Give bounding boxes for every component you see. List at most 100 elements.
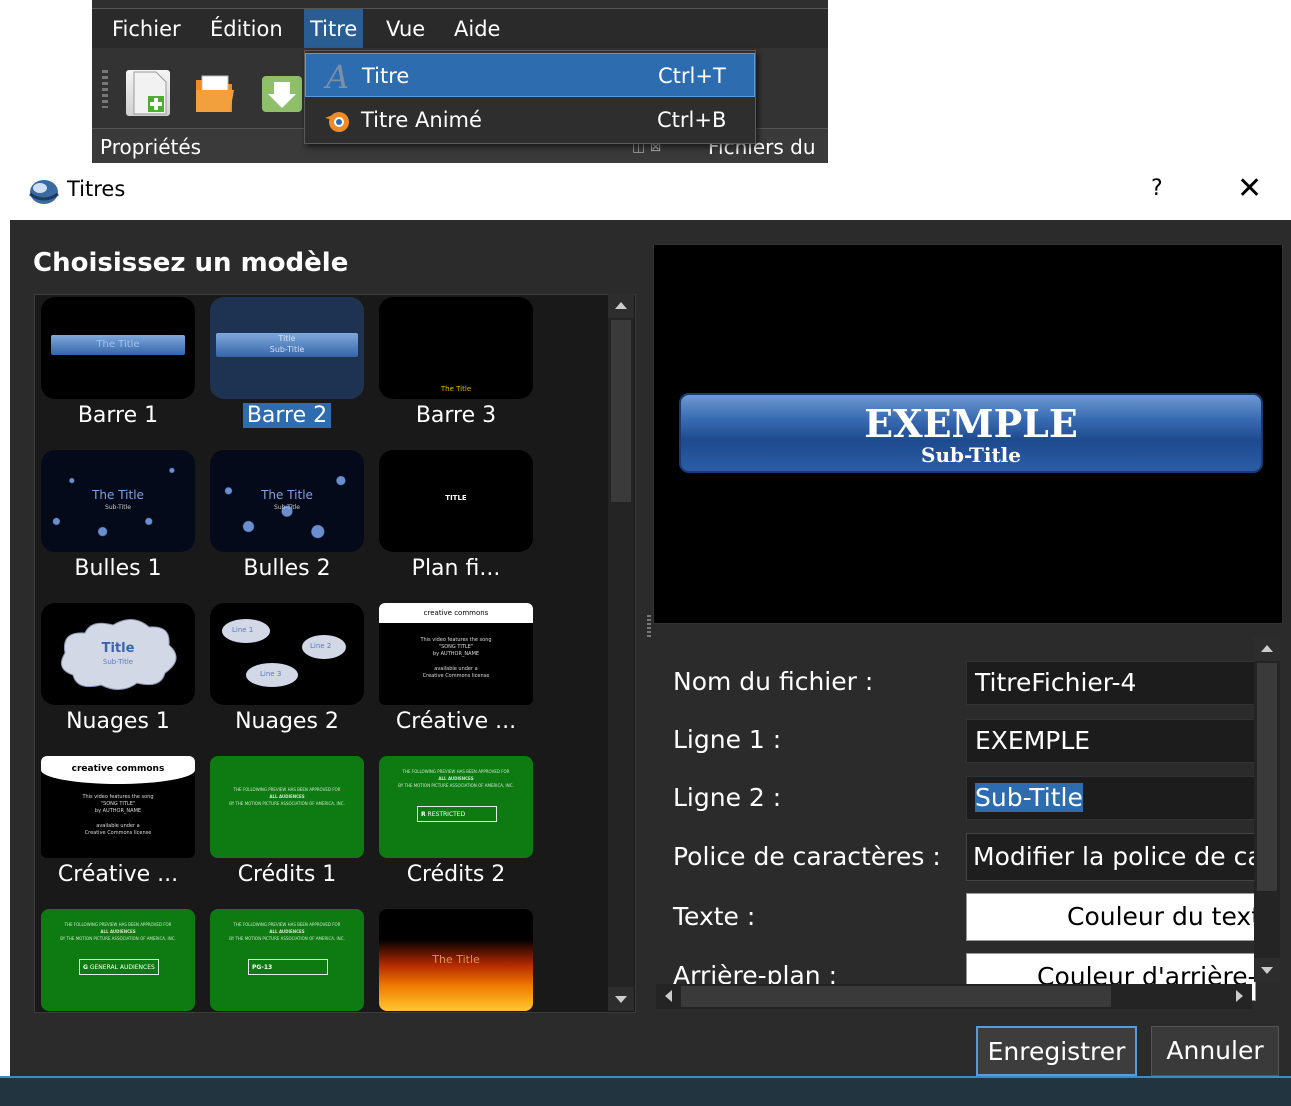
template-thumbnail: Title Sub-Title — [210, 297, 364, 399]
save-button[interactable]: Enregistrer — [976, 1026, 1137, 1076]
properties-label: Propriétés — [100, 135, 202, 159]
template-label: Bulles 2 — [243, 556, 331, 581]
scroll-up-button[interactable] — [1254, 637, 1280, 661]
dialog-title-bar: Titres ? ✕ — [10, 163, 1291, 220]
background-window-strip — [0, 1076, 1291, 1106]
menu-titre[interactable]: Titre — [304, 9, 364, 49]
title-text-icon: A — [322, 58, 354, 96]
template-label: Créative ... — [395, 709, 517, 734]
template-label: Plan fi... — [411, 556, 501, 581]
preview-title-bar: EXEMPLE Sub-Title — [679, 393, 1263, 473]
menu-edition[interactable]: Édition — [204, 9, 289, 49]
scroll-right-icon[interactable] — [1228, 984, 1250, 1009]
new-project-icon[interactable] — [126, 70, 170, 116]
app-logo-icon — [28, 178, 60, 206]
template-credits-3[interactable]: THE FOLLOWING PREVIEW HAS BEEN APPROVED … — [35, 907, 205, 1012]
text-color-button[interactable]: Couleur du texte — [966, 893, 1256, 941]
template-thumbnail: creative commons This video features the… — [379, 603, 533, 705]
template-thumbnail: THE FOLLOWING PREVIEW HAS BEEN APPROVED … — [210, 756, 364, 858]
template-flames[interactable]: The Title — [373, 907, 543, 1012]
change-font-button[interactable]: Modifier la police de caractères — [966, 833, 1256, 881]
rating-box: R RESTRICTED — [417, 806, 497, 822]
cancel-button[interactable]: Annuler — [1151, 1026, 1279, 1076]
template-barre-1[interactable]: The Title Barre 1 — [35, 295, 205, 445]
template-bulles-1[interactable]: The Title Sub-Title Bulles 1 — [35, 448, 205, 598]
template-scrollbar[interactable] — [608, 294, 634, 1011]
template-heading: Choisissez un modèle — [33, 248, 349, 278]
open-project-icon[interactable] — [192, 70, 236, 116]
template-label: Crédits 2 — [406, 862, 506, 887]
line1-label: Ligne 1 : — [673, 725, 782, 754]
form-horizontal-scrollbar[interactable] — [656, 984, 1252, 1009]
menu-item-titre-anime[interactable]: Titre Animé Ctrl+B — [305, 98, 755, 142]
scroll-up-button[interactable] — [608, 294, 634, 318]
template-thumbnail: The Title Sub-Title — [41, 450, 195, 552]
template-thumbnail: The Title — [379, 909, 533, 1011]
accent-line — [0, 1076, 1291, 1078]
scroll-down-button[interactable] — [1254, 958, 1280, 982]
line2-label: Ligne 2 : — [673, 783, 782, 812]
template-label: Barre 3 — [415, 403, 497, 428]
scroll-left-icon[interactable] — [658, 984, 680, 1009]
line1-input[interactable]: EXEMPLE — [966, 719, 1256, 763]
template-credits-1[interactable]: THE FOLLOWING PREVIEW HAS BEEN APPROVED … — [204, 754, 374, 904]
help-button[interactable]: ? — [1151, 176, 1163, 201]
scroll-down-button[interactable] — [608, 987, 634, 1011]
template-label: Barre 1 — [77, 403, 159, 428]
template-thumbnail: The Title — [379, 297, 533, 399]
menu-item-titre[interactable]: A Titre Ctrl+T — [305, 53, 755, 97]
template-creative-1[interactable]: creative commons This video features the… — [373, 601, 543, 751]
svg-text:A: A — [323, 60, 349, 92]
save-project-icon[interactable] — [260, 70, 304, 116]
rating-box: G GENERAL AUDIENCES — [79, 959, 159, 975]
template-thumbnail: The Title Sub-Title — [210, 450, 364, 552]
template-grid: The Title Barre 1 Title Sub-Title Barre 2… — [34, 294, 636, 1013]
filename-input[interactable]: TitreFichier-4 — [966, 661, 1256, 705]
form-vertical-scrollbar[interactable] — [1254, 637, 1280, 982]
text-color-label: Texte : — [673, 902, 756, 931]
menu-fichier[interactable]: Fichier — [106, 9, 187, 49]
template-barre-3[interactable]: The Title Barre 3 — [373, 295, 543, 445]
rating-box: PG-13 — [248, 959, 328, 975]
menu-aide[interactable]: Aide — [448, 9, 506, 49]
template-plan-fixe[interactable]: TITLE Plan fi... — [373, 448, 543, 598]
template-thumbnail: The Title — [41, 297, 195, 399]
template-label: Nuages 1 — [66, 709, 170, 734]
template-creative-2[interactable]: creative commons This video features the… — [35, 754, 205, 904]
dialog-title: Titres — [67, 177, 126, 201]
template-credits-4[interactable]: THE FOLLOWING PREVIEW HAS BEEN APPROVED … — [204, 907, 374, 1012]
template-bulles-2[interactable]: The Title Sub-Title Bulles 2 — [204, 448, 374, 598]
scroll-thumb[interactable] — [681, 986, 1111, 1007]
title-properties-form: Nom du fichier : TitreFichier-4 Ligne 1 … — [653, 633, 1281, 1013]
template-label: Crédits 1 — [237, 862, 337, 887]
scroll-thumb[interactable] — [611, 320, 631, 502]
titles-dialog: Titres ? ✕ Choisissez un modèle The Titl… — [10, 163, 1291, 1106]
toolbar-grip[interactable] — [102, 70, 108, 108]
template-nuages-1[interactable]: Title Sub-Title Nuages 1 — [35, 601, 205, 751]
title-preview: EXEMPLE Sub-Title — [653, 244, 1283, 624]
splitter-handle[interactable] — [647, 615, 651, 639]
preview-line-2: Sub-Title — [921, 443, 1021, 467]
template-thumbnail: creative commons This video features the… — [41, 756, 195, 858]
menu-vue[interactable]: Vue — [380, 9, 431, 49]
cloud-shapes — [222, 619, 346, 687]
template-label: Nuages 2 — [235, 709, 339, 734]
template-thumbnail: TITLE — [379, 450, 533, 552]
menu-bar: Fichier Édition Titre Vue Aide — [92, 8, 828, 49]
template-nuages-2[interactable]: Line 1 Line 2 Line 3 Nuages 2 — [204, 601, 374, 751]
close-button[interactable]: ✕ — [1237, 171, 1262, 206]
template-label: Créative ... — [57, 862, 179, 887]
blender-icon — [321, 104, 353, 136]
template-thumbnail: THE FOLLOWING PREVIEW HAS BEEN APPROVED … — [210, 909, 364, 1011]
preview-line-1: EXEMPLE — [864, 401, 1078, 446]
font-label: Police de caractères : — [673, 842, 941, 871]
line2-input[interactable]: Sub-Title — [966, 776, 1256, 820]
template-credits-2[interactable]: THE FOLLOWING PREVIEW HAS BEEN APPROVED … — [373, 754, 543, 904]
template-thumbnail: Line 1 Line 2 Line 3 — [210, 603, 364, 705]
scroll-thumb[interactable] — [1257, 663, 1277, 891]
template-label: Bulles 1 — [74, 556, 162, 581]
titre-dropdown-menu: A Titre Ctrl+T Titre Animé Ctrl+B — [304, 50, 756, 144]
template-barre-2[interactable]: Title Sub-Title Barre 2 — [204, 295, 374, 445]
template-thumbnail: THE FOLLOWING PREVIEW HAS BEEN APPROVED … — [41, 909, 195, 1011]
template-label: Barre 2 — [204, 403, 370, 428]
